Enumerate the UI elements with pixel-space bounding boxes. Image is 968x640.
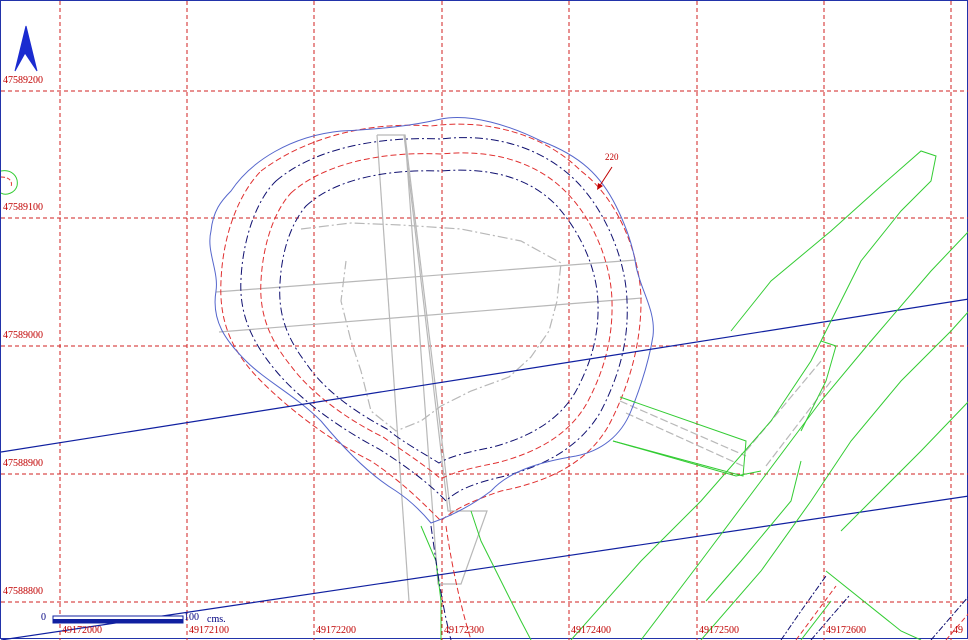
scale-bar — [52, 615, 184, 624]
roads — [1, 298, 968, 640]
coordinate-grid — [1, 1, 968, 640]
y-label-1: 47589200 — [3, 75, 43, 86]
annotation-arrow — [598, 166, 613, 188]
x-label-3: 49172200 — [316, 625, 356, 636]
y-label-3: 47589000 — [3, 330, 43, 341]
x-label-1: 49172000 — [62, 625, 102, 636]
north-arrow-icon — [14, 25, 38, 72]
path-strips — [215, 134, 832, 602]
map-drawing — [1, 1, 968, 640]
x-label-2: 49172100 — [189, 625, 229, 636]
scale-end-label: 100 — [184, 612, 199, 623]
y-label-2: 47589100 — [3, 202, 43, 213]
y-label-5: 47588800 — [3, 586, 43, 597]
boundary-line — [209, 117, 654, 524]
scale-start-label: 0 — [41, 612, 46, 623]
annotation-label: 220 — [605, 152, 619, 162]
x-label-4: 49172300 — [444, 625, 484, 636]
contour-lines — [220, 123, 642, 522]
scale-unit-label: cms. — [207, 614, 226, 625]
x-label-6: 49172500 — [699, 625, 739, 636]
bottom-right-contours — [780, 575, 968, 640]
lower-contours — [430, 525, 472, 640]
y-label-4: 47588900 — [3, 458, 43, 469]
x-label-8: 49 — [953, 625, 963, 636]
x-label-7: 49172600 — [826, 625, 866, 636]
left-edge-feature — [1, 170, 18, 195]
parcel-lines — [420, 150, 968, 640]
map-canvas[interactable]: 47589200 47589100 47589000 47588900 4758… — [0, 0, 968, 640]
x-label-5: 49172400 — [571, 625, 611, 636]
